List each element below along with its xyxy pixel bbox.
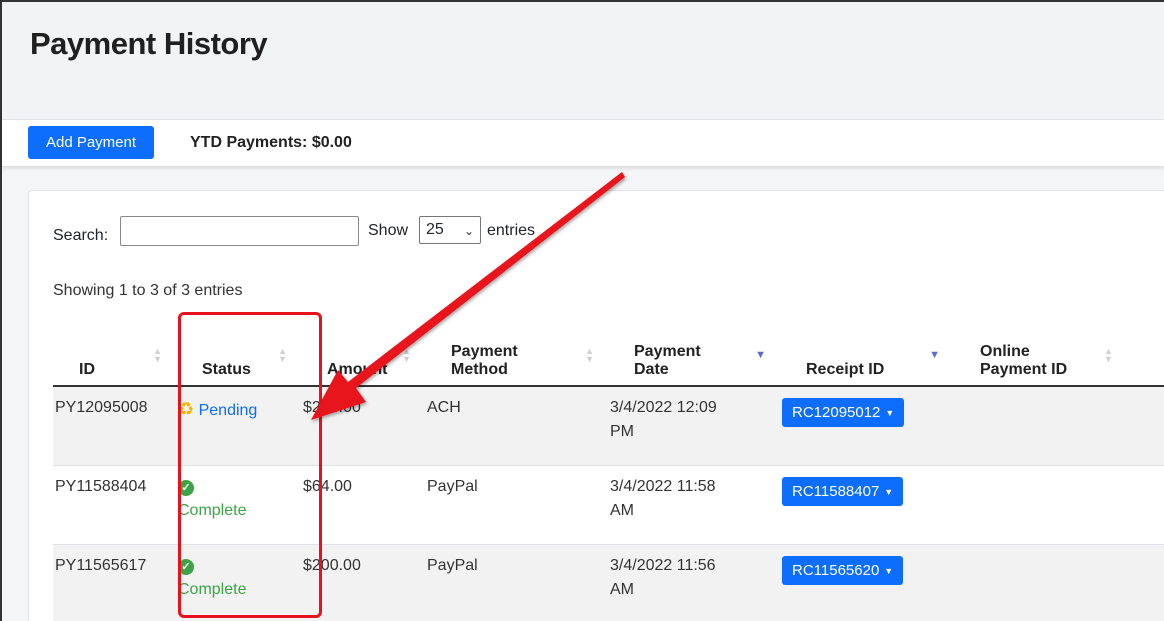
page-header: Payment History — [2, 2, 1164, 120]
status-label: Complete — [178, 580, 247, 598]
table-row: PY12095008 ♻ Pending $264.00 ACH 3/4/202… — [53, 386, 1164, 466]
payment-date: 3/4/2022 12:09 PM — [610, 399, 717, 440]
sort-icon: ▲ ▼ — [278, 346, 287, 364]
caret-down-icon: ▼ — [885, 408, 895, 419]
chevron-down-icon: ⌄ — [463, 224, 474, 238]
payment-method: ACH — [427, 399, 461, 416]
payment-date: 3/4/2022 11:58 AM — [610, 477, 716, 519]
page-title: Payment History — [30, 26, 268, 61]
payments-table: ID ▲ ▼ Status ▲ ▼ Amount ▲ ▼ Payment Method … — [53, 308, 1164, 621]
column-header-payment-method[interactable]: Payment Method ▲ ▼ — [425, 308, 608, 387]
sort-icon: ▲ ▼ — [585, 346, 594, 364]
column-header-receipt-id[interactable]: Receipt ID ▼ — [780, 308, 954, 387]
table-info: Showing 1 to 3 of 3 entries — [53, 282, 243, 299]
caret-down-icon: ▼ — [884, 565, 894, 576]
sort-desc-icon: ▼ — [755, 349, 766, 361]
receipt-dropdown-button[interactable]: RC12095012 ▼ — [782, 398, 905, 427]
ytd-payments-total: YTD Payments: $0.00 — [190, 134, 352, 151]
toolbar: Add Payment YTD Payments: $0.00 — [2, 120, 1164, 166]
column-header-payment-date[interactable]: Payment Date ▼ — [608, 308, 780, 387]
status-label: Pending — [198, 402, 258, 419]
entries-per-page-value: 25 — [426, 221, 444, 238]
column-header-amount[interactable]: Amount ▲ ▼ — [301, 308, 425, 387]
payment-id: PY11565617 — [55, 556, 147, 574]
column-header-online-payment-id[interactable]: Online Payment ID ▲ ▼ — [954, 308, 1164, 387]
payment-date: 3/4/2022 11:56 AM — [610, 556, 716, 598]
add-payment-button[interactable]: Add Payment — [28, 126, 154, 159]
payment-id: PY11588404 — [55, 477, 147, 495]
receipt-dropdown-button[interactable]: RC11588407 ▼ — [782, 476, 904, 506]
sort-icon: ▲ ▼ — [402, 346, 411, 364]
sort-icon: ▲ ▼ — [153, 346, 162, 364]
amount: $200.00 — [303, 556, 361, 574]
status-complete: ✓ Complete — [176, 475, 301, 523]
status-label: Complete — [178, 501, 247, 519]
sort-icon: ▲ ▼ — [1104, 346, 1113, 364]
receipt-dropdown-button[interactable]: RC11565620 ▼ — [782, 555, 904, 585]
table-row: PY11565617 ✓ Complete $200.00 PayPal 3/4… — [53, 544, 1164, 621]
table-row: PY11588404 ✓ Complete $64.00 PayPal 3/4/… — [53, 465, 1164, 545]
caret-down-icon: ▼ — [884, 486, 894, 497]
sort-desc-icon: ▼ — [929, 349, 940, 361]
status-pending[interactable]: ♻ Pending — [176, 396, 301, 423]
column-header-status[interactable]: Status ▲ ▼ — [176, 308, 301, 387]
show-label: Show — [368, 222, 409, 239]
amount: $264.00 — [303, 399, 361, 416]
entries-per-page-select[interactable]: 25 ⌄ — [419, 216, 481, 244]
check-circle-icon: ✓ — [178, 558, 194, 575]
search-input[interactable] — [120, 216, 359, 246]
payment-method: PayPal — [427, 556, 478, 574]
search-label: Search: — [53, 227, 109, 244]
amount: $64.00 — [303, 477, 352, 495]
status-complete: ✓ Complete — [176, 554, 301, 602]
recycle-icon: ♻ — [178, 399, 195, 419]
table-header-row: ID ▲ ▼ Status ▲ ▼ Amount ▲ ▼ Payment Method … — [53, 308, 1164, 387]
entries-label: entries — [487, 222, 536, 239]
check-circle-icon: ✓ — [178, 479, 194, 496]
payment-method: PayPal — [427, 477, 478, 495]
column-header-id[interactable]: ID ▲ ▼ — [53, 308, 176, 387]
payment-id: PY12095008 — [55, 399, 148, 416]
